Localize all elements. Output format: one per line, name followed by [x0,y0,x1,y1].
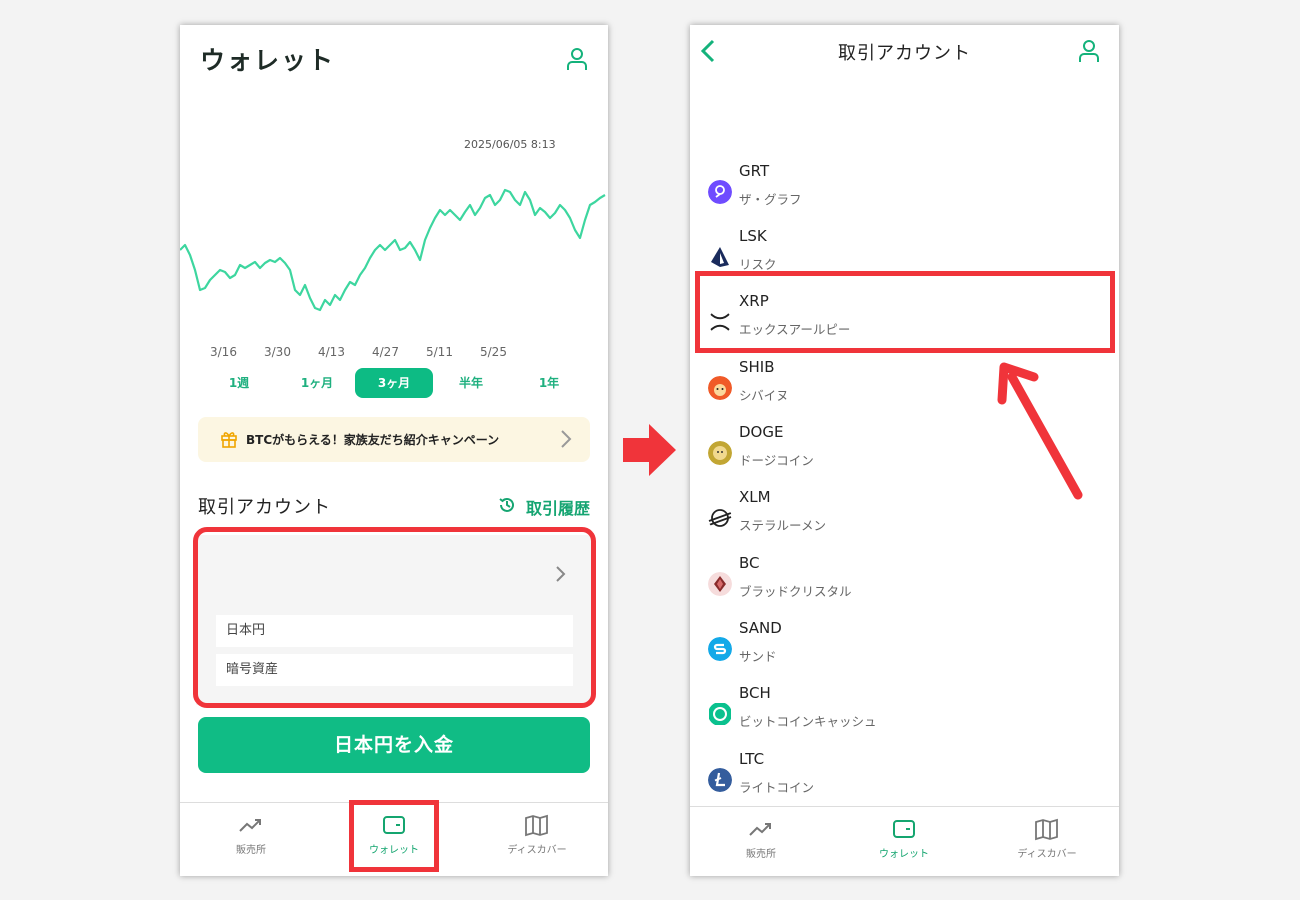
coin-name: ドージコイン [739,453,814,468]
tab-exchange[interactable]: 販売所 [180,803,322,875]
highlight-box [349,800,439,872]
coin-row-sand[interactable]: SAND サンド [690,615,1119,680]
coin-row-bch[interactable]: BCH ビットコインキャッシュ [690,680,1119,745]
coin-name: ビットコインキャッシュ [739,714,877,729]
coin-symbol: GRT [739,162,770,180]
promo-text: BTCがもらえる！家族友だち紹介キャンペーン [246,433,500,447]
sand-icon [708,637,732,661]
coin-name: ザ・グラフ [739,192,802,207]
wallet-icon [893,820,915,838]
wallet-screen: ウォレット 2025/06/05 8:13 3/16 3/30 4/13 4/2… [180,25,608,876]
coin-symbol: LTC [739,750,765,768]
tab-half-year[interactable]: 半年 [432,368,510,398]
tab-discover[interactable]: ディスカバー [976,807,1118,876]
shib-icon [708,376,732,400]
history-label: 取引履歴 [526,499,591,518]
tab-label: ディスカバー [507,845,567,856]
grt-icon [708,180,732,204]
x-tick-label: 4/13 [318,345,345,359]
ltc-icon [708,768,732,792]
user-icon[interactable] [566,47,588,71]
coin-name: サンド [739,649,777,664]
coin-name: シバイヌ [739,388,789,403]
x-tick-label: 5/25 [480,345,507,359]
tab-1week[interactable]: 1週 [200,368,278,398]
chevron-right-icon [561,430,572,448]
tab-wallet[interactable]: ウォレット [833,807,975,876]
promo-banner[interactable]: BTCがもらえる！家族友だち紹介キャンペーン [198,417,590,462]
highlight-box [695,271,1115,353]
tab-label: ディスカバー [1017,849,1077,860]
deposit-button[interactable]: 日本円を入金 [198,717,590,773]
coin-symbol: BC [739,554,760,572]
price-line [180,188,606,312]
bottom-tabbar: 販売所 ウォレット ディスカバー [690,806,1119,876]
tab-label: 販売所 [236,845,266,856]
tab-label: ウォレット [879,849,929,860]
user-icon[interactable] [1078,39,1100,63]
lsk-icon [711,247,729,267]
chart-x-axis: 3/16 3/30 4/13 4/27 5/11 5/25 [180,345,608,363]
coin-row-grt[interactable]: GRT ザ・グラフ [690,158,1119,223]
tab-discover[interactable]: ディスカバー [466,803,608,875]
price-chart[interactable] [180,150,608,350]
coin-row-ltc[interactable]: LTC ライトコイン [690,746,1119,811]
doge-icon [708,441,732,465]
coin-name: ライトコイン [739,780,815,795]
trend-icon [239,819,261,832]
tab-1year[interactable]: 1年 [510,368,588,398]
coin-symbol: DOGE [739,423,784,441]
tab-label: 販売所 [746,849,776,860]
pointer-arrow-icon [997,362,1083,500]
coin-row-bc[interactable]: BC ブラッドクリスタル [690,550,1119,615]
map-icon [525,814,548,837]
gift-icon [221,432,237,448]
tab-1month[interactable]: 1ヶ月 [278,368,356,398]
coin-symbol: BCH [739,684,771,702]
coin-symbol: SHIB [739,358,775,376]
coin-name: ブラッドクリスタル [739,584,852,599]
xlm-icon [708,509,732,527]
map-icon [1035,818,1058,841]
coin-name: ステラルーメン [739,518,827,533]
trend-icon [749,823,771,836]
x-tick-label: 4/27 [372,345,399,359]
x-tick-label: 5/11 [426,345,453,359]
history-link[interactable]: 取引履歴 [498,495,593,518]
page-title: 取引アカウント [838,43,971,64]
history-icon [499,497,514,512]
tab-exchange[interactable]: 販売所 [690,807,832,876]
bc-icon [708,572,732,596]
section-title: 取引アカウント [198,497,331,518]
highlight-box [193,527,596,708]
coin-symbol: SAND [739,619,782,637]
x-tick-label: 3/30 [264,345,291,359]
coin-symbol: XLM [739,488,771,506]
page-title: ウォレット [200,46,336,75]
range-tabs: 1週 1ヶ月 3ヶ月 半年 1年 [198,368,590,398]
arrow-right-icon [623,424,676,476]
tab-3months[interactable]: 3ヶ月 [355,368,433,398]
bch-icon [709,703,731,725]
x-tick-label: 3/16 [210,345,237,359]
coin-symbol: LSK [739,227,767,245]
